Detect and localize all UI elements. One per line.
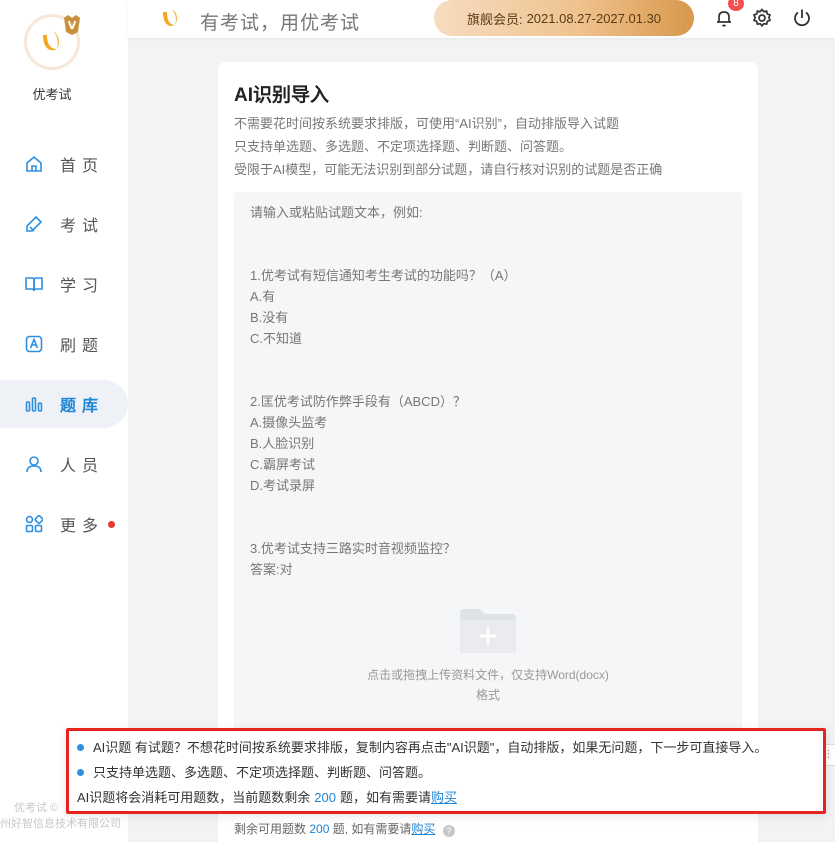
editor-placeholder: 请输入或粘贴试题文本，例如: 1.优考试有短信通知考生考试的功能吗？（A） A.…: [250, 205, 517, 577]
upload-hint-line: 点击或拖拽上传资料文件，仅支持Word(docx): [367, 668, 609, 682]
tip-text: AI识题将会消耗可用题数，当前题数剩余: [77, 790, 311, 805]
remaining-quota: 剩余可用题数 200 题, 如有需要请购买 ?: [234, 820, 455, 837]
brand-name: 优考试: [32, 87, 72, 102]
description-line: 受限于AI模型，可能无法识别到部分试题，请自行核对识别的试题是否正确: [234, 162, 663, 177]
nav-item-home[interactable]: 首页: [0, 140, 128, 188]
nav-label: 人员: [60, 458, 105, 475]
nav-item-more[interactable]: 更多: [0, 500, 128, 548]
tip-count: 200: [314, 790, 336, 805]
nav-label: 首页: [60, 158, 105, 175]
description-line: 不需要花时间按系统要求排版，可使用“AI识别”，自动排版导入试题: [234, 116, 619, 131]
help-icon[interactable]: ?: [442, 825, 455, 837]
pencil-icon: [24, 214, 44, 234]
tip-row: 只支持单选题、多选题、不定项选择题、判断题、问答题。: [77, 760, 815, 785]
quota-prefix: 剩余可用题数: [234, 822, 307, 836]
buy-link[interactable]: 购买: [411, 822, 435, 836]
bullet-dot: [77, 744, 84, 751]
nav-label: 更多: [60, 518, 105, 535]
ai-import-card: AI识别导入 不需要花时间按系统要求排版，可使用“AI识别”，自动排版导入试题 …: [218, 62, 758, 842]
top-header: 有考试，用优考试 旗舰会员: 2021.08.27-2027.01.30 8: [128, 0, 835, 38]
vip-crown-icon: V: [64, 15, 80, 35]
file-upload-dropzone[interactable]: 点击或拖拽上传资料文件，仅支持Word(docx) 格式: [234, 607, 742, 737]
notification-count-badge: 8: [728, 0, 744, 11]
person-icon: [24, 454, 44, 474]
tip-row: AI识题将会消耗可用题数，当前题数剩余 200 题，如有需要请 购买: [77, 785, 815, 810]
nav-item-study[interactable]: 学习: [0, 260, 128, 308]
notification-dot: [108, 521, 115, 528]
nav-item-question-bank[interactable]: 题库: [0, 380, 128, 428]
card-description: 不需要花时间按系统要求排版，可使用“AI识别”，自动排版导入试题 只支持单选题、…: [234, 112, 662, 181]
upload-hint: 点击或拖拽上传资料文件，仅支持Word(docx) 格式: [354, 665, 622, 705]
nav-item-exam[interactable]: 考试: [0, 200, 128, 248]
tip-row: AI识题 有试题？不想花时间按系统要求排版，复制内容再点击"AI识题"，自动排版…: [77, 735, 815, 760]
nav-label: 学习: [60, 278, 105, 295]
page-title: AI识别导入: [234, 85, 330, 106]
sidebar-nav: 首页 考试 学习 刷题 题库 人员 更多: [0, 140, 128, 560]
nav-label: 题库: [60, 398, 105, 415]
sidebar: V 优考试 首页 考试 学习 刷题 题库 人员 更多 优考试 © 州好智信息技术…: [0, 0, 128, 842]
member-badge[interactable]: 旗舰会员: 2021.08.27-2027.01.30: [434, 0, 694, 36]
tip-text: 只支持单选题、多选题、不定项选择题、判断题、问答题。: [93, 765, 432, 780]
quota-mid: 题, 如有需要请: [332, 822, 412, 836]
member-label: 旗舰会员:: [466, 11, 523, 27]
ai-tip-popup: AI识题 有试题？不想花时间按系统要求排版，复制内容再点击"AI识题"，自动排版…: [66, 728, 826, 814]
gear-icon[interactable]: [752, 8, 772, 28]
nav-label: 刷题: [60, 338, 105, 355]
bell-icon[interactable]: [714, 8, 734, 28]
tip-text: AI识题 有试题？不想花时间按系统要求排版，复制内容再点击"AI识题"，自动排版…: [93, 740, 768, 755]
member-period: 2021.08.27-2027.01.30: [526, 10, 662, 26]
quota-count: 200: [309, 822, 330, 836]
home-icon: [24, 154, 44, 174]
book-icon: [24, 274, 44, 294]
nav-label: 考试: [60, 218, 105, 235]
header-slogan: 有考试，用优考试: [200, 13, 361, 34]
letter-a-icon: [24, 334, 44, 354]
apps-icon: [24, 514, 44, 534]
tip-text: 题，如有需要请: [340, 790, 432, 805]
tip-buy-link[interactable]: 购买: [431, 785, 457, 810]
description-line: 只支持单选题、多选题、不定项选择题、判断题、问答题。: [234, 139, 573, 154]
bar-chart-icon: [24, 394, 44, 414]
svg-text:V: V: [68, 19, 77, 32]
nav-item-people[interactable]: 人员: [0, 440, 128, 488]
power-icon[interactable]: [792, 8, 812, 28]
header-logo-icon: [163, 9, 178, 26]
bullet-dot: [77, 769, 84, 776]
folder-add-icon: [460, 609, 516, 653]
upload-hint-line: 格式: [475, 688, 500, 702]
nav-item-practice[interactable]: 刷题: [0, 320, 128, 368]
copyright-company: 州好智信息技术有限公司: [0, 818, 121, 830]
